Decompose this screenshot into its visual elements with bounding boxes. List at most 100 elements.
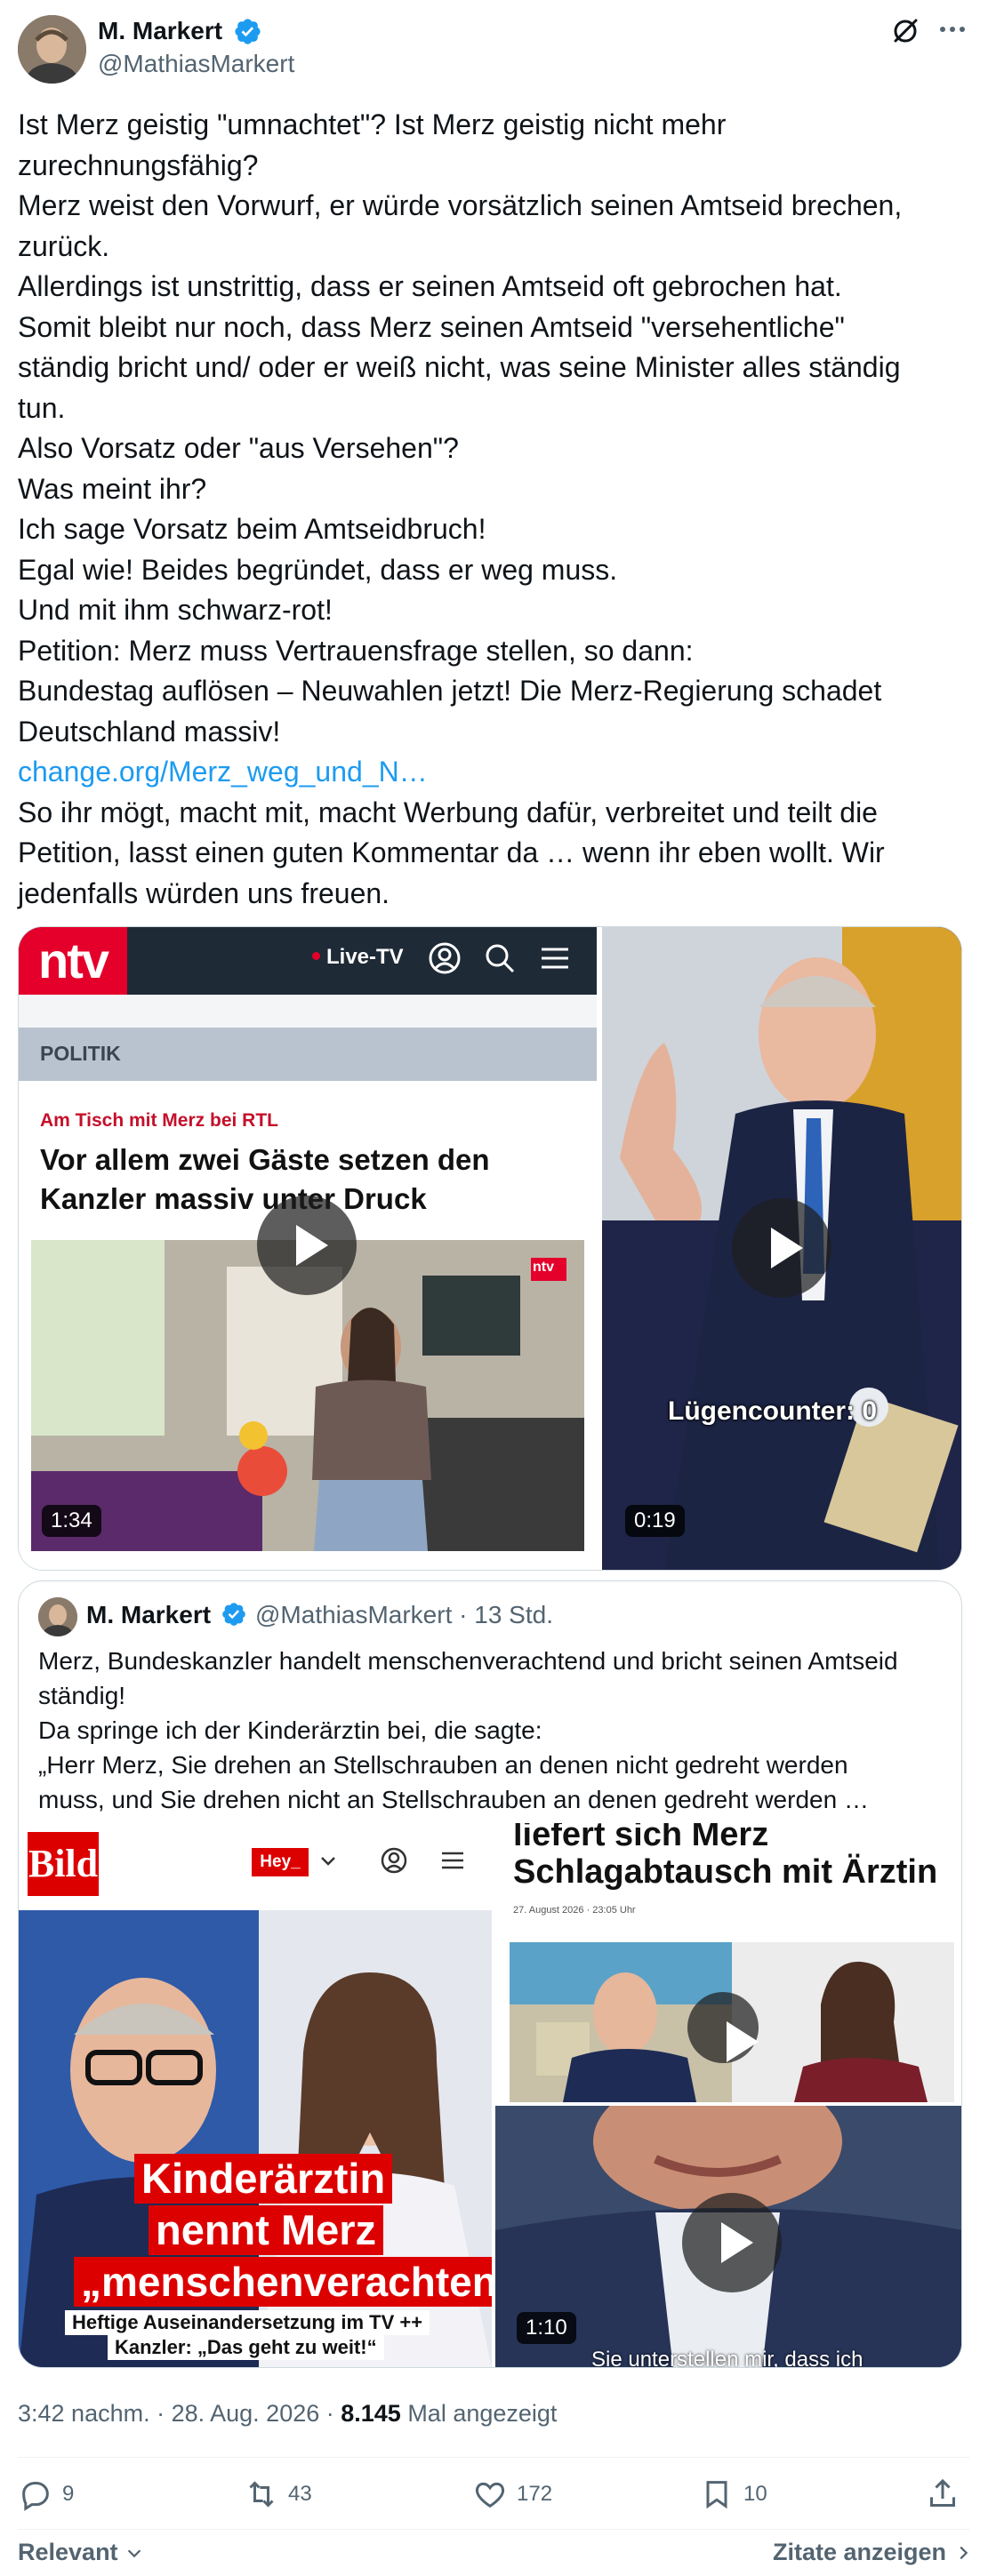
- article-top-line: liefert sich Merz: [513, 1823, 769, 1853]
- headline-line: Vor allem zwei Gäste setzen den: [40, 1143, 490, 1176]
- views-label: Mal angezeigt: [400, 2400, 558, 2427]
- share-button[interactable]: [925, 2475, 969, 2514]
- view-count: 8.145: [341, 2400, 401, 2427]
- hey-badge: Hey_: [252, 1848, 309, 1876]
- video-subtitle: Sie unterstellen mir, dass ich: [591, 2348, 863, 2368]
- bild-headline-1: Kinderärztin: [134, 2154, 393, 2204]
- oath-video[interactable]: Lügencounter: 0 0:19: [602, 927, 961, 1570]
- share-icon: [930, 2478, 955, 2507]
- like-button[interactable]: 172: [472, 2475, 552, 2514]
- view-quotes-link[interactable]: Zitate anzeigen: [773, 2539, 973, 2566]
- quote-line: muss, und Sie drehen nicht an Stellschra…: [38, 1786, 869, 1813]
- view-quotes-label: Zitate anzeigen: [773, 2539, 947, 2565]
- tweet-line: Allerdings ist unstrittig, dass er seine…: [18, 270, 842, 302]
- play-button-icon[interactable]: [682, 2193, 782, 2292]
- closeup-video[interactable]: 1:10 Sie unterstellen mir, dass ich: [495, 2106, 961, 2368]
- tweet-line: Ich sage Vorsatz beim Amtseidbruch!: [18, 513, 486, 545]
- bookmark-count: 10: [743, 2482, 767, 2506]
- quote-line: Merz, Bundeskanzler handelt menschenvera…: [38, 1647, 898, 1675]
- quoted-tweet[interactable]: M. Markert @MathiasMarkert · 13 Std. Mer…: [18, 1580, 962, 2368]
- tweet-line: Was meint ihr?: [18, 472, 207, 505]
- quote-text: Merz, Bundeskanzler handelt menschenvera…: [38, 1644, 945, 1817]
- quote-line: „Herr Merz, Sie drehen an Stellschrauben…: [38, 1751, 848, 1779]
- tweet-line: zurechnungsfähig?: [18, 148, 259, 181]
- tweet-line: Bundestag auflösen – Neuwahlen jetzt! Di…: [18, 675, 882, 707]
- grok-icon[interactable]: [889, 15, 921, 47]
- repost-button[interactable]: 43: [244, 2475, 312, 2514]
- tweet-line: Und mit ihm schwarz-rot!: [18, 594, 333, 626]
- quote-author-name: M. Markert: [86, 1601, 212, 1628]
- menu-icon: [438, 1846, 467, 1875]
- sort-label: Relevant: [18, 2539, 118, 2565]
- quote-avatar: [38, 1597, 77, 1636]
- chevron-down-icon: [317, 1850, 339, 1871]
- repost-icon: [249, 2481, 274, 2508]
- quote-line: Da springe ich der Kinderärztin bei, die…: [38, 1716, 542, 1744]
- petition-link[interactable]: change.org/Merz_weg_und_N…: [18, 752, 960, 793]
- ntv-topbar: ntv Live-TV: [19, 927, 597, 995]
- tweet-line: Deutschland massiv!: [18, 715, 281, 748]
- section-bar: POLITIK: [19, 1028, 597, 1081]
- quote-line: ständig!: [38, 1682, 126, 1709]
- search-icon[interactable]: [483, 941, 517, 975]
- author-name[interactable]: M. Markert: [98, 17, 222, 45]
- bild-headline-3: „menschenverachtend“: [74, 2257, 492, 2307]
- verified-badge-icon: [221, 1601, 247, 1628]
- like-count: 172: [517, 2482, 553, 2506]
- tweet-line: jedenfalls würden uns freuen.: [18, 876, 390, 909]
- tweet-text: Ist Merz geistig "umnachtet"? Ist Merz g…: [18, 105, 960, 914]
- bookmark-button[interactable]: 10: [699, 2475, 767, 2514]
- video-overlay-text: Lügencounter: 0: [668, 1396, 878, 1426]
- article-headline: Vor allem zwei Gäste setzen den Kanzler …: [40, 1140, 490, 1219]
- chevron-down-icon: [127, 2549, 141, 2558]
- bild-subline-2: Kanzler: „Das geht zu weit!“: [108, 2335, 384, 2360]
- author-handle[interactable]: @MathiasMarkert: [98, 50, 294, 78]
- tweet-line: Merz weist den Vorwurf, er würde vorsätz…: [18, 189, 903, 221]
- chevron-right-icon: [960, 2546, 968, 2560]
- bild-subline-1: Heftige Auseinandersetzung im TV ++: [65, 2310, 430, 2335]
- tweet-line: Also Vorsatz oder "aus Versehen"?: [18, 432, 459, 464]
- repost-count: 43: [288, 2482, 312, 2506]
- bookmark-icon: [706, 2481, 727, 2509]
- user-icon[interactable]: [428, 941, 462, 975]
- verified-badge-icon: [233, 17, 262, 46]
- divider: [18, 2529, 970, 2530]
- tweet-line: Petition: Merz muss Vertrauensfrage stel…: [18, 634, 694, 667]
- menu-icon[interactable]: [538, 941, 572, 975]
- play-button-icon[interactable]: [687, 1992, 759, 2063]
- tweet-line: So ihr mögt, macht mit, macht Werbung da…: [18, 796, 878, 828]
- video-duration: 1:34: [42, 1505, 101, 1537]
- tweet-line: tun.: [18, 391, 66, 424]
- author-avatar[interactable]: [18, 15, 86, 84]
- more-icon[interactable]: [936, 19, 968, 44]
- play-button-icon[interactable]: [257, 1196, 357, 1295]
- video-duration: 0:19: [625, 1505, 685, 1537]
- tweet-timestamp[interactable]: 3:42 nachm. · 28. Aug. 2026 ·: [18, 2400, 341, 2427]
- live-dot-icon: [312, 952, 320, 960]
- article-kicker: Am Tisch mit Merz bei RTL: [40, 1110, 278, 1131]
- divider: [18, 2457, 970, 2458]
- live-tv-label[interactable]: Live-TV: [326, 945, 404, 970]
- tweet-line: ständig bricht und/ oder er weiß nicht, …: [18, 351, 901, 383]
- section-label: POLITIK: [40, 1042, 121, 1065]
- tweet-line: Petition, lasst einen guten Kommentar da…: [18, 836, 885, 868]
- sort-dropdown[interactable]: Relevant: [18, 2539, 144, 2566]
- bild-headline-2: nennt Merz: [149, 2205, 384, 2255]
- tweet-line: Egal wie! Beides begründet, dass er weg …: [18, 553, 618, 586]
- quote-handle-time: @MathiasMarkert · 13 Std.: [255, 1601, 553, 1628]
- headline-line: Kanzler massiv unter Druck: [40, 1182, 427, 1215]
- play-button-icon[interactable]: [732, 1198, 831, 1298]
- ntv-video[interactable]: ntv Live-TV POLITIK Am Tisch mit Merz be…: [19, 927, 597, 1570]
- article-date: 27. August 2026 · 23:05 Uhr: [513, 1905, 636, 1916]
- tweet-line: Somit bleibt nur noch, dass Merz seinen …: [18, 310, 845, 343]
- reply-count: 9: [62, 2482, 75, 2506]
- bild-image[interactable]: Bild Hey_ Kinderärztin nennt Merz „mensc…: [19, 1823, 492, 2367]
- ntv-logo: ntv: [19, 927, 127, 995]
- reply-icon: [22, 2482, 49, 2511]
- tweet-meta: 3:42 nachm. · 28. Aug. 2026 · 8.145 Mal …: [18, 2400, 557, 2428]
- tweet-line: zurück.: [18, 229, 110, 262]
- article-video[interactable]: liefert sich Merz Schlagabtausch mit Ärz…: [495, 1823, 961, 2102]
- media-grid: ntv Live-TV POLITIK Am Tisch mit Merz be…: [18, 926, 962, 1571]
- video-duration: 1:10: [517, 2312, 576, 2344]
- reply-button[interactable]: 9: [18, 2475, 74, 2514]
